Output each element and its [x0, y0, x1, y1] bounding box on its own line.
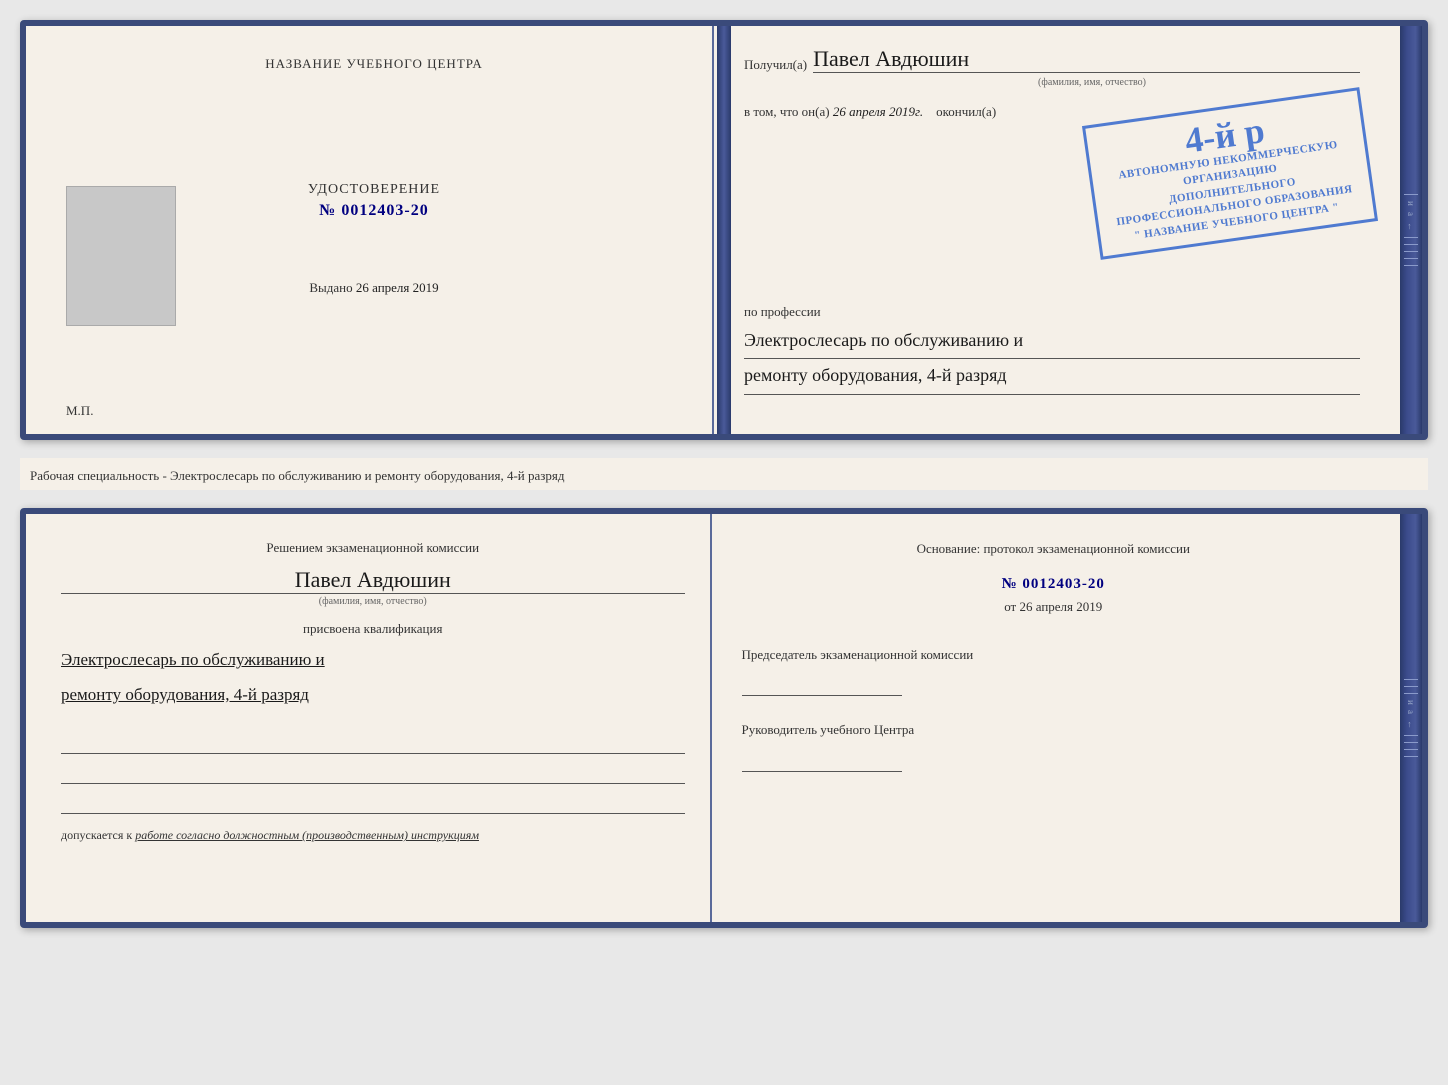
dopuskaetsya-block: допускается к работе согласно должностны…: [61, 828, 685, 843]
bottom-strip-char-arrow: ←: [1406, 720, 1416, 729]
signature-lines: [61, 730, 685, 814]
predsedatel-block: Председатель экзаменационной комиссии: [742, 645, 1366, 697]
photo-placeholder: [66, 186, 176, 326]
sig-line-1: [61, 730, 685, 754]
mp-label: М.П.: [66, 403, 93, 419]
strip-char-a: а: [1406, 212, 1416, 216]
sig-line-2: [61, 760, 685, 784]
recipient-name: Павел Авдюшин: [813, 46, 1360, 73]
ot-date: 26 апреля 2019: [1019, 599, 1102, 614]
bottom-strip-dash-2: [1404, 686, 1418, 687]
strip-char-i: и: [1406, 201, 1416, 206]
top-left-title: НАЗВАНИЕ УЧЕБНОГО ЦЕНТРА: [265, 56, 482, 72]
top-right-panel: Получил(а) Павел Авдюшин (фамилия, имя, …: [714, 26, 1400, 434]
ot-prefix: от: [1004, 599, 1016, 614]
predsedatel-sig-line: [742, 672, 902, 696]
bottom-number: № 0012403-20: [1002, 576, 1105, 592]
ot-line: от 26 апреля 2019: [742, 599, 1366, 615]
prof-line1: Электрослесарь по обслуживанию и: [744, 324, 1360, 359]
strip-dash-2: [1404, 237, 1418, 238]
bottom-document: Решением экзаменационной комиссии Павел …: [20, 508, 1428, 928]
bottom-strip-dash-4: [1404, 735, 1418, 736]
rukovoditel-text: Руководитель учебного Центра: [742, 720, 1366, 740]
separator-text: Рабочая специальность - Электрослесарь п…: [20, 458, 1428, 490]
bottom-strip-char-a: а: [1406, 710, 1416, 714]
po-professii-section: по профессии Электрослесарь по обслужива…: [744, 304, 1360, 395]
number-block: № 0012403-20: [742, 575, 1366, 593]
bottom-strip-dash-1: [1404, 679, 1418, 680]
vydano-date: 26 апреля 2019: [356, 280, 439, 295]
fio-hint-top: (фамилия, имя, отчество): [744, 77, 1360, 88]
udostoverenie-block: УДОСТОВЕРЕНИЕ № 0012403-20: [308, 182, 440, 220]
sig-line-3: [61, 790, 685, 814]
bottom-strip-char-i: и: [1406, 700, 1416, 705]
right-side-strip: и а ←: [1400, 26, 1422, 434]
rukovoditel-block: Руководитель учебного Центра: [742, 720, 1366, 772]
prisvoena-text: присвоена квалификация: [61, 621, 685, 637]
po-professii-label: по профессии: [744, 304, 1360, 320]
rukovoditel-sig-line: [742, 748, 902, 772]
poluchil-prefix: Получил(а): [744, 57, 807, 73]
bottom-strip-dash-6: [1404, 749, 1418, 750]
poluchil-line: Получил(а) Павел Авдюшин: [744, 46, 1360, 73]
qual-line2: ремонту оборудования, 4-й разряд: [61, 680, 685, 711]
udostoverenie-number: № 0012403-20: [319, 202, 428, 219]
vydano-prefix: Выдано: [309, 280, 352, 295]
resheniem-title: Решением экзаменационной комиссии: [61, 539, 685, 557]
bottom-strip-dash-5: [1404, 742, 1418, 743]
okonchil-text: окончил(а): [936, 104, 996, 119]
vtom-prefix: в том, что он(а): [744, 104, 830, 119]
fio-hint-bottom: (фамилия, имя, отчество): [61, 596, 685, 607]
predsedatel-text: Председатель экзаменационной комиссии: [742, 645, 1366, 665]
strip-dash-4: [1404, 251, 1418, 252]
vydano-line: Выдано 26 апреля 2019: [309, 280, 438, 296]
bottom-name: Павел Авдюшин: [61, 567, 685, 594]
dopuskaetsya-prefix: допускается к: [61, 828, 132, 842]
top-left-panel: НАЗВАНИЕ УЧЕБНОГО ЦЕНТРА УДОСТОВЕРЕНИЕ №…: [26, 26, 714, 434]
bottom-strip-dash-7: [1404, 756, 1418, 757]
qual-line1: Электрослесарь по обслуживанию и: [61, 645, 685, 676]
strip-char-arrow: ←: [1406, 222, 1416, 231]
strip-dash-1: [1404, 194, 1418, 195]
prof-line2: ремонту оборудования, 4-й разряд: [744, 359, 1360, 394]
bottom-right-panel: Основание: протокол экзаменационной коми…: [712, 514, 1401, 922]
strip-dash-3: [1404, 244, 1418, 245]
strip-dash-5: [1404, 258, 1418, 259]
bottom-strip-dash-3: [1404, 693, 1418, 694]
bottom-right-side-strip: и а ←: [1400, 514, 1422, 922]
strip-dash-6: [1404, 265, 1418, 266]
top-document: НАЗВАНИЕ УЧЕБНОГО ЦЕНТРА УДОСТОВЕРЕНИЕ №…: [20, 20, 1428, 440]
vtom-date: 26 апреля 2019г.: [833, 104, 923, 119]
udostoverenie-label: УДОСТОВЕРЕНИЕ: [308, 182, 440, 198]
osnovanie-text: Основание: протокол экзаменационной коми…: [742, 539, 1366, 559]
bottom-left-panel: Решением экзаменационной комиссии Павел …: [26, 514, 712, 922]
dopuskaetsya-italic: работе согласно должностным (производств…: [135, 828, 479, 842]
